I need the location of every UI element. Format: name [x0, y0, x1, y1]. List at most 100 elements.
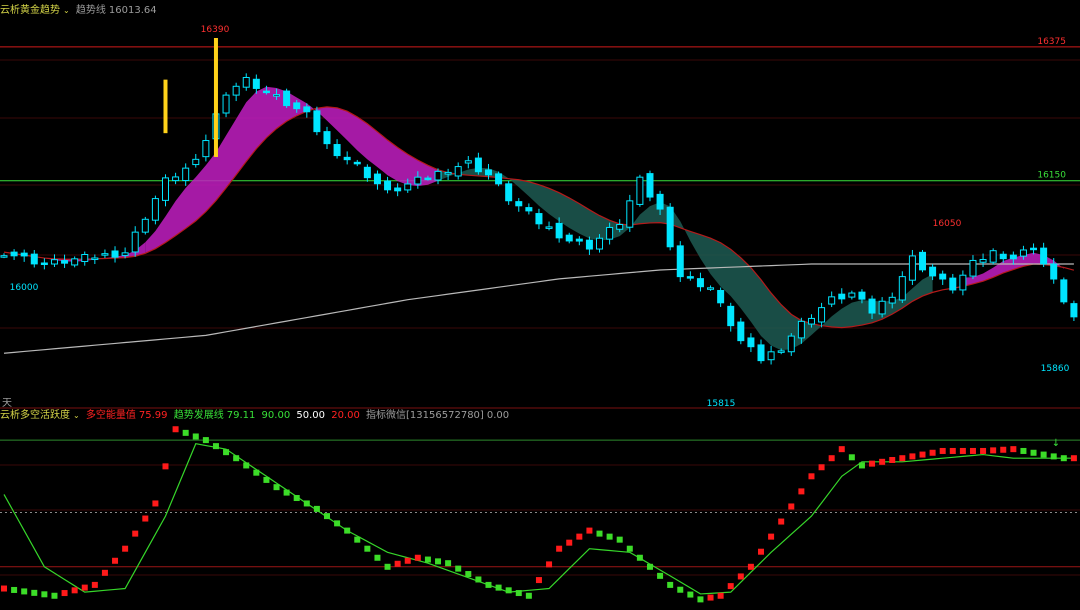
candle-body	[737, 321, 745, 342]
candle-body	[979, 258, 987, 263]
candle-body	[858, 291, 866, 300]
candle-body	[1030, 247, 1038, 251]
energy-line-value: 75.99	[138, 410, 168, 421]
candle-body	[262, 90, 270, 94]
chevron-down-icon[interactable]: ⌄	[73, 411, 80, 420]
candle-body	[414, 176, 422, 185]
main-price-panel[interactable]	[0, 38, 1080, 365]
candle-body	[20, 252, 28, 257]
candle-body	[767, 351, 775, 361]
candle-body	[666, 206, 674, 248]
sub-indicator-name[interactable]: 云析多空活跃度	[0, 410, 70, 421]
energy-marker	[384, 563, 391, 570]
price-label-low: 15860	[1041, 364, 1070, 374]
energy-marker	[91, 581, 98, 588]
energy-marker	[535, 577, 542, 584]
bear-cloud	[438, 167, 933, 351]
energy-marker	[525, 592, 532, 599]
energy-marker	[848, 454, 855, 461]
chevron-down-icon[interactable]: ⌄	[63, 6, 70, 15]
candle-body	[313, 110, 321, 133]
candle-body	[283, 90, 291, 107]
energy-marker	[31, 589, 38, 596]
candle-body	[434, 170, 442, 181]
candle-body	[1040, 247, 1048, 265]
energy-marker	[485, 581, 492, 588]
energy-marker	[626, 545, 633, 552]
energy-marker	[616, 536, 623, 543]
candle-body	[999, 253, 1007, 260]
trend-dev-label: 趋势发展线	[173, 410, 224, 421]
energy-marker	[21, 588, 28, 595]
energy-marker	[758, 548, 765, 555]
energy-marker	[112, 557, 119, 564]
energy-marker	[889, 457, 896, 464]
candle-body	[394, 187, 402, 192]
candle-body	[1070, 303, 1078, 318]
indicator-note: 指标微信[13156572780]	[366, 410, 484, 421]
candle-body	[333, 144, 341, 157]
level-high-value: 90.00	[261, 410, 291, 421]
candle-body	[656, 193, 664, 210]
candle-body	[91, 257, 99, 261]
energy-marker	[51, 592, 58, 599]
signal-bar	[213, 38, 218, 157]
candle-body	[565, 234, 573, 242]
energy-marker	[899, 455, 906, 462]
main-indicator-name[interactable]: 云析黄金趋势	[0, 5, 60, 16]
candle-body	[0, 255, 8, 258]
energy-marker	[364, 545, 371, 552]
energy-marker	[445, 560, 452, 567]
energy-marker	[233, 455, 240, 462]
energy-marker	[182, 429, 189, 436]
sub-indicator-panel[interactable]: ↓	[1, 426, 1077, 603]
candle-body	[1060, 279, 1068, 303]
candle-body	[596, 237, 604, 250]
candle-body	[40, 262, 48, 266]
price-label-low: 16000	[10, 283, 39, 293]
chart-canvas[interactable]: ↓ 16390 16375 16150 16050 16000 15860 15815	[0, 0, 1080, 610]
price-label-high: 16050	[933, 219, 962, 229]
energy-marker	[697, 596, 704, 603]
energy-marker	[11, 586, 18, 593]
energy-marker	[1040, 451, 1047, 458]
energy-marker	[505, 587, 512, 594]
candle-body	[252, 78, 260, 89]
energy-marker	[1060, 455, 1067, 462]
energy-marker	[455, 565, 462, 572]
energy-marker	[636, 554, 643, 561]
energy-marker	[808, 473, 815, 480]
candle-body	[505, 183, 513, 202]
energy-marker	[879, 458, 886, 465]
energy-marker	[727, 583, 734, 590]
candle-body	[787, 335, 795, 353]
candle-body	[182, 167, 190, 182]
energy-marker	[435, 558, 442, 565]
energy-marker	[172, 426, 179, 433]
candle-body	[273, 94, 281, 97]
energy-marker	[132, 530, 139, 537]
candle-body	[293, 102, 301, 110]
candle-body	[1050, 263, 1058, 280]
candle-body	[868, 298, 876, 314]
energy-marker	[798, 488, 805, 495]
energy-marker	[778, 518, 785, 525]
candle-body	[242, 76, 250, 88]
candle-body	[777, 350, 785, 353]
price-label-low: 15815	[707, 399, 736, 409]
energy-marker	[707, 594, 714, 601]
energy-marker	[596, 530, 603, 537]
energy-marker	[869, 460, 876, 467]
energy-marker	[747, 563, 754, 570]
energy-marker	[475, 576, 482, 583]
energy-marker	[606, 533, 613, 540]
candle-body	[424, 177, 432, 181]
candle-body	[606, 226, 614, 240]
candle-body	[384, 180, 392, 191]
energy-marker	[41, 591, 48, 598]
indicator-note-value: 0.00	[486, 410, 510, 421]
candle-body	[444, 171, 452, 175]
energy-marker	[1000, 446, 1007, 453]
candle-body	[626, 200, 634, 228]
candle-body	[121, 252, 129, 256]
